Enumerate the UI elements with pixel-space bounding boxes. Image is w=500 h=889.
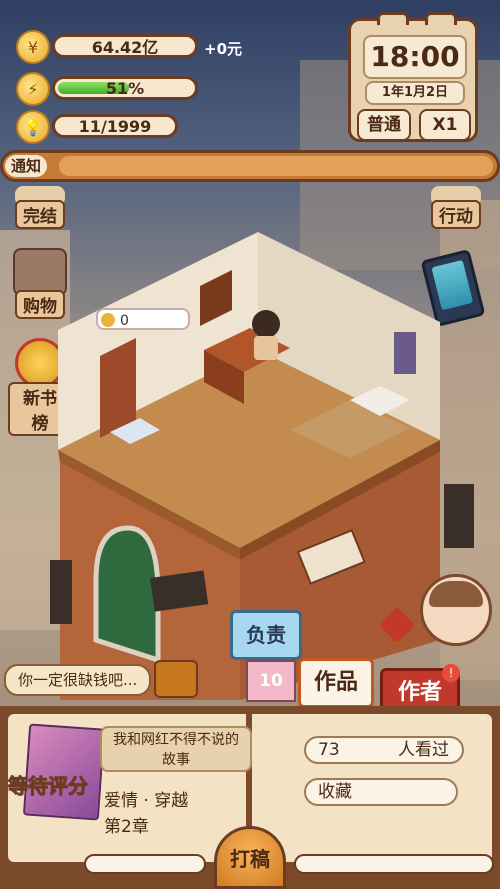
responsible-count: 10 [246,660,296,702]
coin-bubble[interactable]: 0 [96,308,190,330]
assistant-avatar[interactable] [420,574,492,646]
type-draft-button[interactable]: 打稿 [214,826,286,889]
responsible-button[interactable]: 负责 [230,610,302,660]
coin-icon [101,313,115,327]
favorite-button[interactable]: 收藏 [304,778,458,806]
treasure-chest-icon[interactable] [154,660,198,698]
poster [394,332,416,374]
viewers-label: 人看过 [398,740,449,760]
coin-bubble-value: 0 [120,313,129,329]
progress-bar-right [294,854,494,874]
novel-title-line2: 故事 [162,752,190,768]
status-label: 等待评分 [8,774,89,799]
facade-window [93,525,161,664]
right-sign [444,484,474,548]
writer-character [252,310,280,338]
progress-bar-left [84,854,206,874]
viewers-pill: 73 人看过 [304,736,464,764]
tab-works[interactable]: 作品 [298,658,374,708]
novel-title: 我和网红不得不说的 故事 [100,726,252,772]
novel-genre: 爱情 · 穿越 [104,791,189,811]
novel-chapter: 第2章 [104,817,149,837]
notification-dot-icon: ! [442,664,460,682]
novel-title-line1: 我和网红不得不说的 [113,732,239,748]
side-sign [50,560,72,624]
speech-dialog: 你一定很缺钱吧... [4,664,152,696]
viewers-count: 73 [318,740,340,760]
